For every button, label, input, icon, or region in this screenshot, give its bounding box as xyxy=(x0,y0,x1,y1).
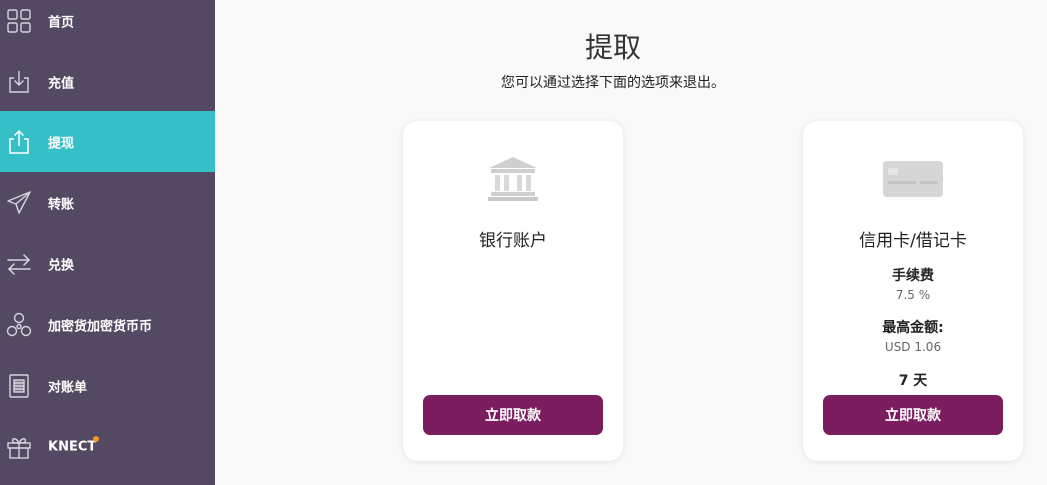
grid-icon xyxy=(6,8,32,34)
bank-icon xyxy=(403,155,623,201)
molecule-icon xyxy=(6,312,32,338)
sidebar-item-home[interactable]: 首页 xyxy=(0,0,215,51)
send-icon xyxy=(6,190,32,216)
sidebar-item-deposit[interactable]: 充值 xyxy=(0,51,215,112)
card-withdraw-button[interactable]: 立即取款 xyxy=(823,395,1003,435)
sidebar-item-label: 提现 xyxy=(48,136,75,151)
notification-badge xyxy=(93,436,99,442)
bank-account-card: 银行账户 立即取款 xyxy=(403,121,623,461)
sidebar-item-label: 充值 xyxy=(48,76,75,91)
sidebar-item-label: 对账单 xyxy=(48,380,88,395)
sidebar-item-label: 加密货加密货币币 xyxy=(48,319,153,334)
sidebar-item-statement[interactable]: 对账单 xyxy=(0,355,215,416)
sidebar-item-exchange[interactable]: 兑换 xyxy=(0,233,215,294)
card-title: 银行账户 xyxy=(479,231,547,251)
bank-withdraw-button[interactable]: 立即取款 xyxy=(423,395,603,435)
credit-card-card: 信用卡/借记卡 手续费 7.5 % 最高金额: USD 1.06 7 天 立即取… xyxy=(803,121,1023,461)
sidebar-item-knect[interactable]: KNECT xyxy=(0,416,215,477)
sidebar-item-withdraw[interactable]: 提现 xyxy=(0,111,215,172)
swap-icon xyxy=(6,251,32,277)
sidebar-item-label: 兑换 xyxy=(48,258,75,273)
processing-days-label: 7 天 xyxy=(898,373,928,389)
statement-icon xyxy=(6,373,32,399)
sidebar-item-crypto[interactable]: 加密货加密货币币 xyxy=(0,294,215,355)
fee-value: 7.5 % xyxy=(895,288,931,302)
page-subtitle: 您可以通过选择下面的选项来退出。 xyxy=(501,75,725,91)
card-title: 信用卡/借记卡 xyxy=(859,231,967,251)
page-title: 提取 xyxy=(584,31,641,64)
sidebar-item-label: 转账 xyxy=(48,197,75,212)
download-icon xyxy=(6,69,32,95)
max-amount-value: USD 1.06 xyxy=(884,340,942,354)
main-content: 提取 您可以通过选择下面的选项来退出。 银行账户 立即取款 信用卡/借记卡 手续… xyxy=(215,0,1047,485)
max-amount-label: 最高金额: xyxy=(882,320,944,336)
gift-icon xyxy=(6,434,32,460)
fee-label: 手续费 xyxy=(892,268,934,284)
sidebar: 首页 充值 提现 转账 兑换 加密货加密货币币 对账单 KNECT xyxy=(0,0,215,485)
sidebar-item-transfer[interactable]: 转账 xyxy=(0,172,215,233)
sidebar-item-label: KNECT xyxy=(48,439,97,454)
sidebar-item-label: 首页 xyxy=(48,15,75,30)
credit-card-icon xyxy=(803,159,1023,199)
upload-icon xyxy=(6,129,32,155)
